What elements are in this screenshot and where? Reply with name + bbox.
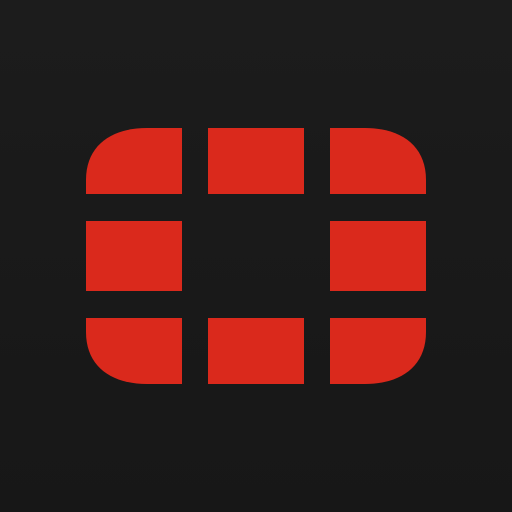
logo-block-middle-right [330,221,426,291]
logo-block-bottom-center [208,318,304,384]
logo-block-bottom-left [86,318,182,384]
logo-block-bottom-right [330,318,426,384]
logo-blocks [86,128,426,384]
app-icon [0,0,512,512]
logo-block-top-center [208,128,304,194]
logo-block-middle-left [86,221,182,291]
logo-block-top-right [330,128,426,194]
fortinet-logo-icon [86,128,426,384]
logo-block-top-left [86,128,182,194]
